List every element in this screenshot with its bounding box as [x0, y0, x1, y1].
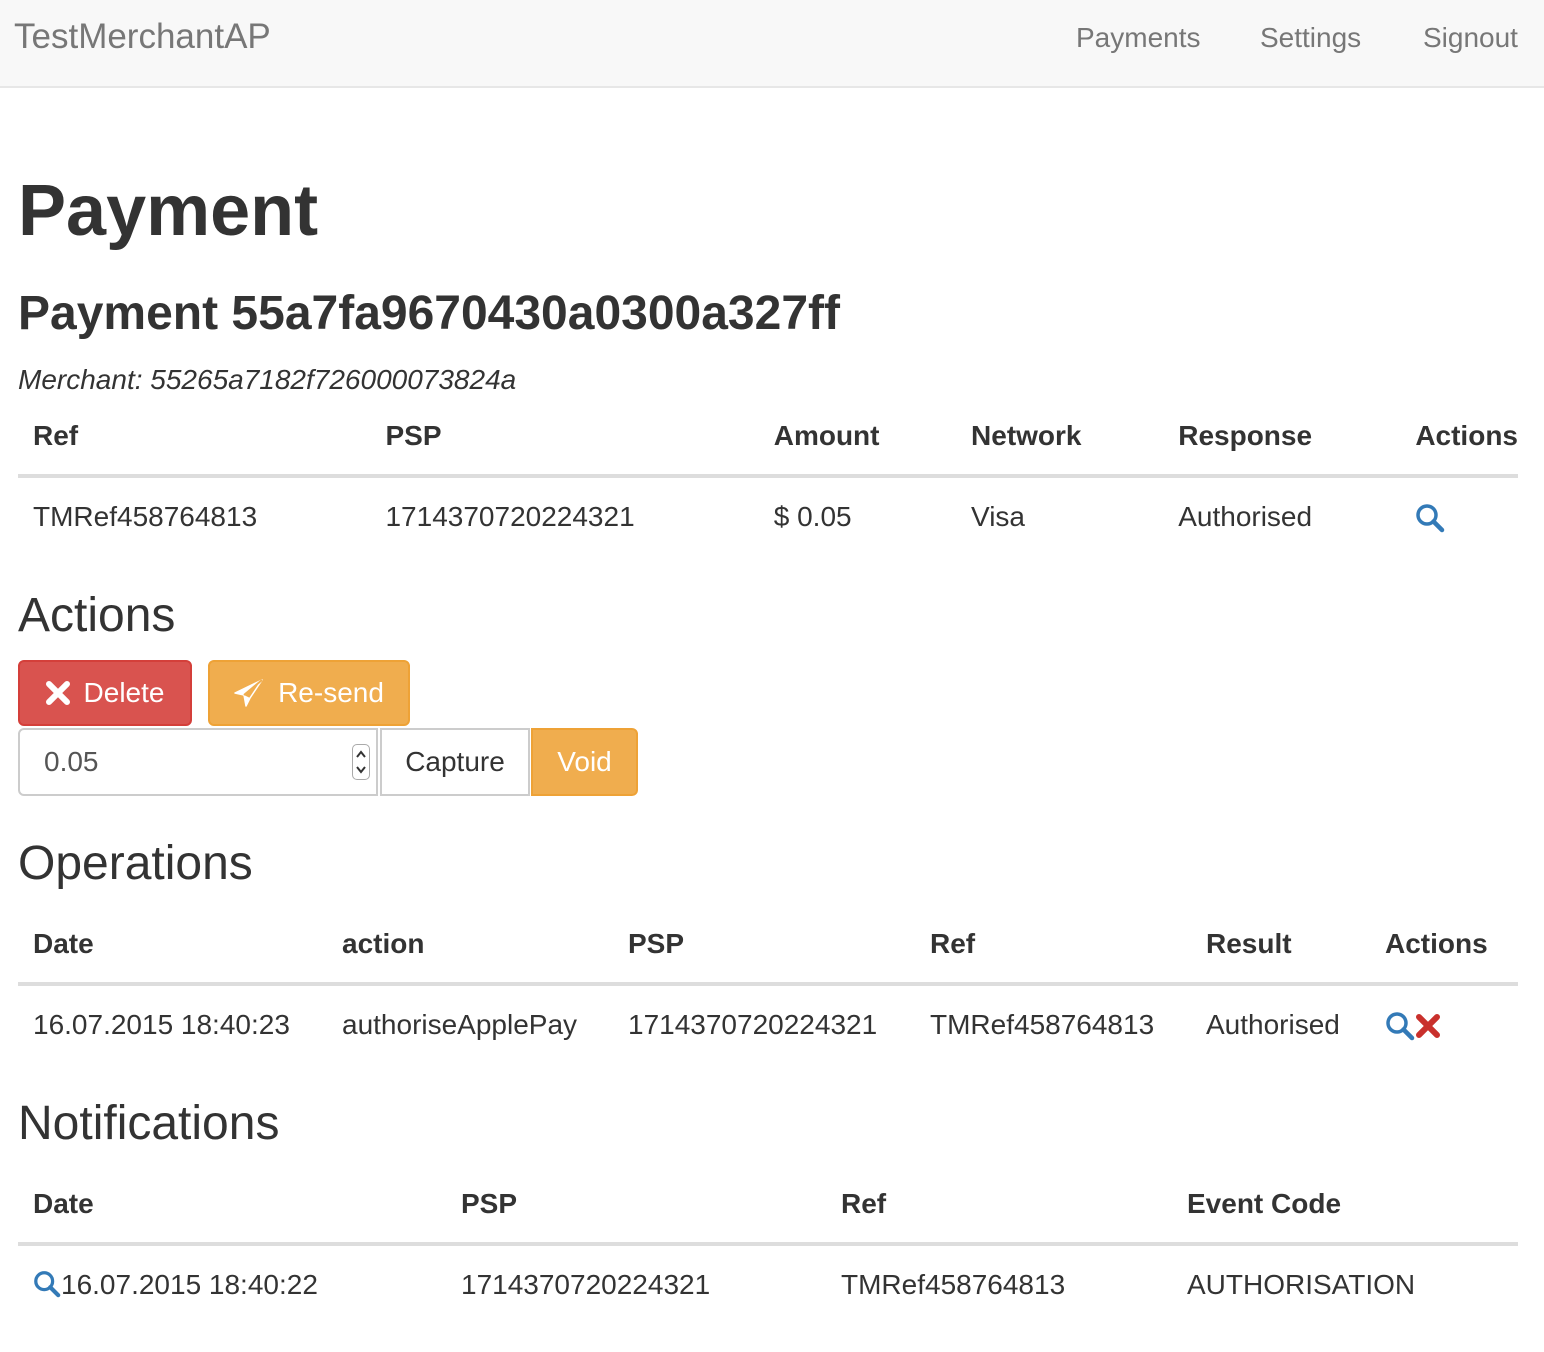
table-header-row: Date PSP Ref Event Code	[18, 1166, 1518, 1246]
cell-actions	[1400, 475, 1518, 556]
cell-network: Visa	[956, 475, 1164, 556]
cell-response: Authorised	[1163, 475, 1401, 556]
column-header-amount: Amount	[758, 398, 957, 478]
operations-table: Date action PSP Ref Result Actions 16.07…	[18, 906, 1518, 1064]
payment-id-title: Payment 55a7fa9670430a0300a327ff	[18, 287, 840, 340]
table-row: 16.07.2015 18:40:22 1714370720224321 TMR…	[18, 1243, 1518, 1324]
notifications-heading: Notifications	[18, 1097, 280, 1150]
column-header-date: Date	[18, 906, 327, 986]
notifications-table: Date PSP Ref Event Code 16.07.2015 18:40…	[18, 1166, 1518, 1324]
cell-ref: TMRef458764813	[18, 475, 371, 556]
number-stepper[interactable]	[352, 744, 370, 780]
column-header-actions: Actions	[1400, 398, 1518, 478]
cell-event-code: AUTHORISATION	[1172, 1243, 1518, 1324]
column-header-psp: PSP	[370, 398, 759, 478]
cell-actions	[1370, 983, 1518, 1064]
column-header-ref: Ref	[915, 906, 1191, 986]
amount-input-value: 0.05	[44, 746, 99, 777]
amount-input[interactable]: 0.05	[18, 728, 378, 796]
table-row: 16.07.2015 18:40:23 authoriseApplePay 17…	[18, 983, 1518, 1064]
table-row: TMRef458764813 1714370720224321 $ 0.05 V…	[18, 475, 1518, 556]
capture-button[interactable]: Capture	[380, 728, 530, 796]
column-header-date: Date	[18, 1166, 446, 1246]
cell-date: 16.07.2015 18:40:22	[18, 1243, 446, 1324]
cell-ref: TMRef458764813	[915, 983, 1191, 1064]
cell-amount: $ 0.05	[758, 475, 957, 556]
merchant-id: Merchant: 55265a7182f726000073824a	[18, 364, 517, 395]
delete-button[interactable]: Delete	[18, 660, 192, 726]
column-header-ref: Ref	[826, 1166, 1172, 1246]
cell-action: authoriseApplePay	[327, 983, 613, 1064]
remove-icon[interactable]	[1415, 1013, 1441, 1039]
cell-psp: 1714370720224321	[370, 475, 759, 556]
operations-heading: Operations	[18, 837, 253, 890]
search-icon[interactable]	[33, 1270, 61, 1298]
search-icon[interactable]	[1385, 1011, 1415, 1041]
resend-button-label: Re-send	[278, 677, 384, 708]
page-title: Payment	[18, 171, 319, 251]
column-header-ref: Ref	[18, 398, 371, 478]
cell-ref: TMRef458764813	[826, 1243, 1172, 1324]
payment-table: Ref PSP Amount Network Response Actions …	[18, 398, 1518, 556]
nav-settings-link[interactable]: Settings	[1260, 22, 1361, 54]
column-header-response: Response	[1163, 398, 1401, 478]
column-header-result: Result	[1191, 906, 1370, 986]
brand-link[interactable]: TestMerchantAP	[14, 17, 271, 57]
table-header-row: Ref PSP Amount Network Response Actions	[18, 398, 1518, 478]
column-header-psp: PSP	[613, 906, 915, 986]
cell-result: Authorised	[1191, 983, 1370, 1064]
column-header-event-code: Event Code	[1172, 1166, 1518, 1246]
delete-button-label: Delete	[83, 677, 165, 708]
navbar: TestMerchantAP Payments Settings Signout	[0, 0, 1544, 88]
column-header-actions: Actions	[1370, 906, 1518, 986]
nav-payments-link[interactable]: Payments	[1076, 22, 1201, 54]
void-button[interactable]: Void	[531, 728, 638, 796]
actions-heading: Actions	[18, 589, 176, 642]
column-header-psp: PSP	[446, 1166, 826, 1246]
column-header-action: action	[327, 906, 613, 986]
notification-date: 16.07.2015 18:40:22	[61, 1269, 318, 1300]
remove-icon	[45, 681, 70, 705]
search-icon[interactable]	[1415, 503, 1445, 533]
cell-date: 16.07.2015 18:40:23	[18, 983, 327, 1064]
cell-psp: 1714370720224321	[613, 983, 915, 1064]
cell-psp: 1714370720224321	[446, 1243, 826, 1324]
column-header-network: Network	[956, 398, 1164, 478]
nav-signout-link[interactable]: Signout	[1423, 22, 1518, 54]
resend-button[interactable]: Re-send	[208, 660, 410, 726]
table-header-row: Date action PSP Ref Result Actions	[18, 906, 1518, 986]
send-icon	[234, 679, 264, 707]
